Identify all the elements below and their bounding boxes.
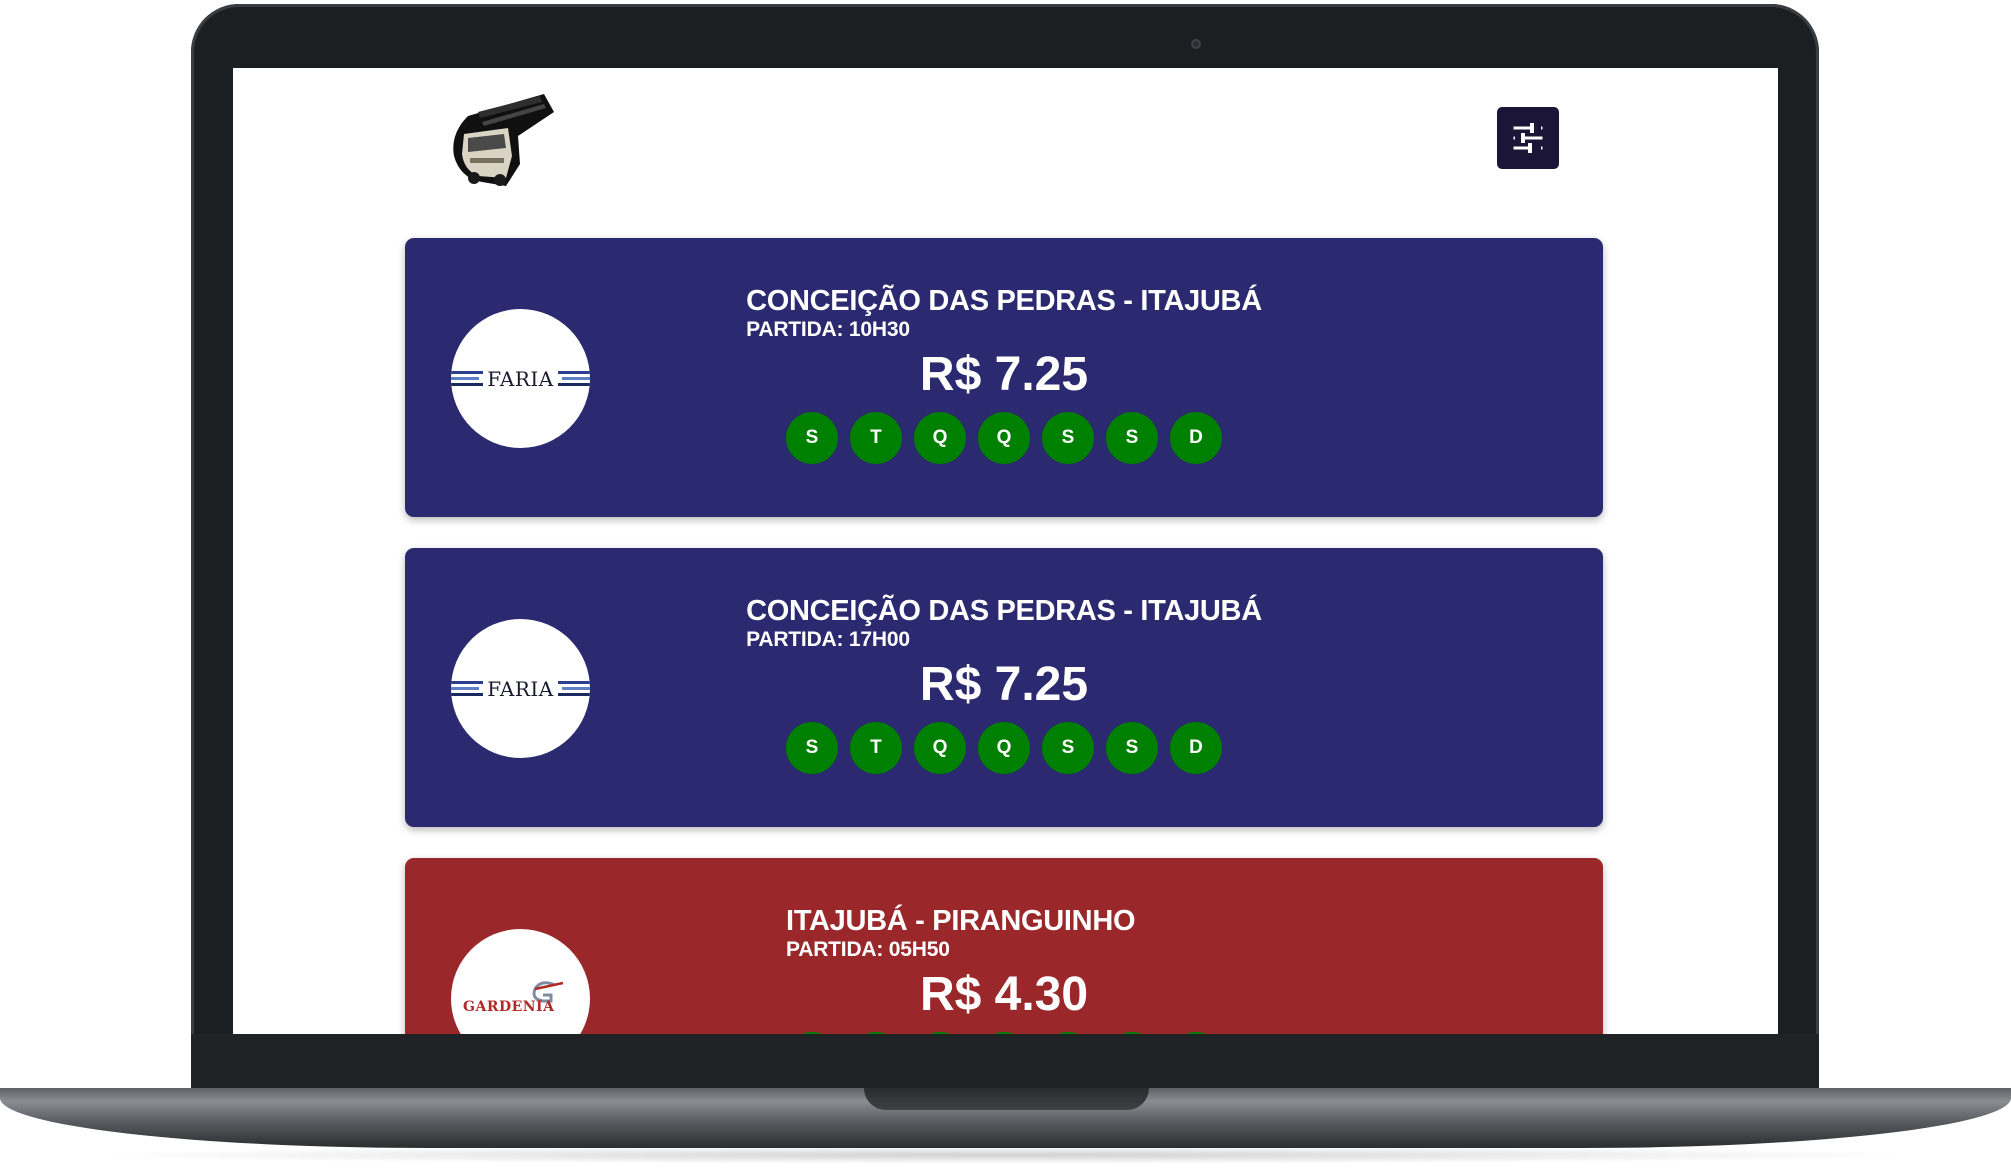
- route-card[interactable]: GARDENIA ITAJUBÁ - PIRANGUINHO PARTIDA: …: [405, 858, 1603, 1034]
- laptop-notch: [864, 1088, 1149, 1110]
- weekday-badge: Q: [913, 412, 966, 464]
- camera-icon: [1191, 39, 1201, 49]
- weekday-badge: Q: [977, 722, 1030, 774]
- weekday-badge: S: [786, 1032, 838, 1034]
- ticket-price: R$ 7.25: [919, 658, 1089, 711]
- weekday-list: S T Q Q S S D: [786, 1032, 1222, 1034]
- weekday-badge: S: [1041, 722, 1094, 774]
- weekday-badge: T: [849, 722, 902, 774]
- route-card[interactable]: FARIA CONCEIÇÃO DAS PEDRAS - ITAJUBÁ PAR…: [405, 548, 1603, 827]
- weekday-badge: T: [850, 1032, 902, 1034]
- ticket-price: R$ 4.30: [919, 968, 1089, 1021]
- laptop-chin: [191, 1034, 1819, 1090]
- weekday-list: S T Q Q S S D: [746, 412, 1262, 464]
- weekday-badge: D: [1170, 1032, 1222, 1034]
- weekday-badge: S: [1105, 722, 1158, 774]
- route-title: CONCEIÇÃO DAS PEDRAS - ITAJUBÁ: [746, 285, 1262, 317]
- weekday-badge: S: [1106, 1032, 1158, 1034]
- weekday-badge: S: [785, 722, 838, 774]
- weekday-list: S T Q Q S S D: [746, 722, 1262, 774]
- filter-button[interactable]: [1497, 107, 1559, 169]
- weekday-badge: S: [1105, 412, 1158, 464]
- route-card[interactable]: FARIA CONCEIÇÃO DAS PEDRAS - ITAJUBÁ PAR…: [405, 238, 1603, 517]
- departure-time: PARTIDA: 17H00: [746, 628, 910, 651]
- weekday-badge: S: [1042, 1032, 1094, 1034]
- weekday-badge: Q: [914, 1032, 966, 1034]
- departure-time: PARTIDA: 05H50: [786, 938, 950, 961]
- route-title: CONCEIÇÃO DAS PEDRAS - ITAJUBÁ: [746, 595, 1262, 627]
- departure-time: PARTIDA: 10H30: [746, 318, 910, 341]
- weekday-badge: Q: [978, 1032, 1030, 1034]
- weekday-badge: Q: [977, 412, 1030, 464]
- app-screen: FARIA CONCEIÇÃO DAS PEDRAS - ITAJUBÁ PAR…: [233, 68, 1778, 1034]
- weekday-badge: S: [785, 412, 838, 464]
- ticket-price: R$ 7.25: [919, 348, 1089, 401]
- weekday-badge: D: [1169, 722, 1222, 774]
- laptop-shadow: [80, 1146, 1930, 1164]
- sliders-icon: [1512, 122, 1544, 154]
- bus-logo-icon[interactable]: [448, 94, 558, 192]
- route-title: ITAJUBÁ - PIRANGUINHO: [786, 905, 1136, 937]
- weekday-badge: Q: [913, 722, 966, 774]
- weekday-badge: T: [849, 412, 902, 464]
- weekday-badge: S: [1041, 412, 1094, 464]
- weekday-badge: D: [1169, 412, 1222, 464]
